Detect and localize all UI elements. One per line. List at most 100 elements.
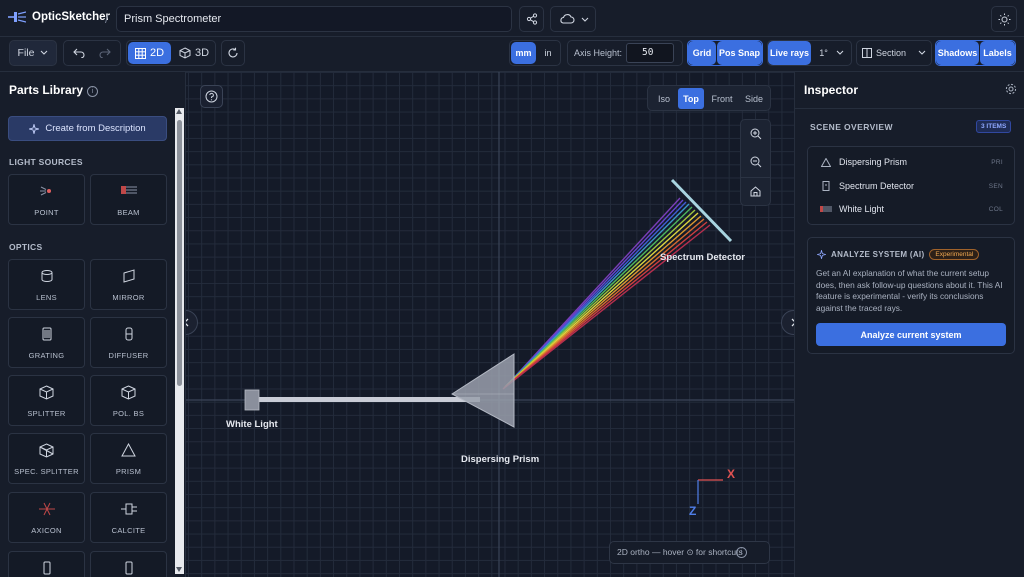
ray-angle-select[interactable]: 1° <box>812 41 851 65</box>
lens-icon <box>41 270 52 282</box>
settings-button[interactable] <box>1005 83 1017 98</box>
zoom-in-button[interactable] <box>741 120 770 148</box>
live-rays-toggle[interactable]: Live rays <box>768 41 811 65</box>
part-label: PRISM <box>115 467 142 476</box>
part-calcite[interactable]: CALCITE <box>90 492 167 543</box>
mirror-icon <box>123 269 134 283</box>
part-more[interactable] <box>8 551 85 577</box>
parts-scrollbar[interactable] <box>175 108 184 574</box>
part-label: GRATING <box>28 351 65 360</box>
grating-icon <box>42 327 51 341</box>
home-view-button[interactable] <box>741 177 770 205</box>
info-icon[interactable]: i <box>736 547 747 558</box>
chevron-down-icon <box>918 50 926 55</box>
app-name: OpticSketcher <box>32 11 110 23</box>
section-dropdown[interactable] <box>912 41 932 65</box>
dimension-mode-group: 2D 3D <box>126 40 216 66</box>
part-label: SPEC. SPLITTER <box>14 467 79 476</box>
info-icon[interactable]: i <box>87 86 99 97</box>
scene-canvas[interactable]: White Light Dispersing Prism Spectrum De… <box>186 72 794 577</box>
part-axicon[interactable]: AXICON <box>8 492 85 543</box>
part-lens[interactable]: LENS <box>8 259 85 310</box>
part-pol-bs[interactable]: POL. BS <box>90 375 167 426</box>
axis-height-label: Axis Height: <box>574 48 623 58</box>
logo-icon <box>8 11 26 23</box>
cloud-icon <box>560 14 575 24</box>
redo-button[interactable] <box>92 41 118 65</box>
home-icon <box>750 186 761 197</box>
inspector-title: Inspector <box>804 83 859 97</box>
ray-angle-value: 1° <box>819 48 828 58</box>
scene-item-code: PRI <box>991 158 1003 166</box>
scene-item-detector[interactable]: Spectrum Detector SEN <box>808 175 1014 197</box>
refresh-icon <box>228 47 238 58</box>
part-diffuser[interactable]: DIFFUSER <box>90 317 167 368</box>
cube-icon <box>179 47 191 59</box>
part-prism[interactable]: PRISM <box>90 433 167 484</box>
scene-item-prism[interactable]: Dispersing Prism PRI <box>808 151 1014 173</box>
zoom-out-button[interactable] <box>741 148 770 176</box>
parts-library-panel: Parts Library i Create from Description L… <box>0 72 186 577</box>
scroll-down-arrow[interactable] <box>176 567 182 572</box>
tab-top[interactable]: Top <box>678 88 704 109</box>
theme-toggle-button[interactable] <box>991 6 1017 32</box>
app-logo[interactable]: OpticSketcher <box>8 10 110 24</box>
part-splitter[interactable]: SPLITTER <box>8 375 85 426</box>
white-light-source <box>244 389 260 411</box>
undo-button[interactable] <box>66 41 92 65</box>
calcite-icon <box>120 503 137 515</box>
grid-toggle[interactable]: Grid <box>688 41 716 65</box>
reset-view-button[interactable] <box>221 40 245 66</box>
file-menu-button[interactable]: File <box>9 40 57 66</box>
cloud-save-button[interactable] <box>550 6 596 32</box>
mode-2d-button[interactable]: 2D <box>128 42 171 64</box>
sparkle-icon <box>817 250 826 259</box>
part-point[interactable]: POINT <box>8 174 85 225</box>
create-from-description-button[interactable]: Create from Description <box>8 116 167 141</box>
component-icon <box>125 561 132 575</box>
unit-in-button[interactable]: in <box>537 42 559 64</box>
labels-toggle[interactable]: Labels <box>980 41 1015 65</box>
view-status-text: 2D ortho — hover ⊙ for shortcuts <box>617 547 743 557</box>
unit-mm-button[interactable]: mm <box>511 42 536 64</box>
scene-overview-list: Dispersing Prism PRI Spectrum Detector S… <box>807 146 1015 225</box>
pos-snap-toggle[interactable]: Pos Snap <box>717 41 762 65</box>
mode-3d-button[interactable]: 3D <box>173 42 215 64</box>
scene-item-white-light[interactable]: White Light COL <box>808 198 1014 220</box>
chevron-down-icon <box>836 50 844 55</box>
part-spec-splitter[interactable]: SPEC. SPLITTER <box>8 433 85 484</box>
tab-front[interactable]: Front <box>706 88 738 109</box>
scene-item-name: Spectrum Detector <box>839 181 915 191</box>
scene-item-code: COL <box>988 205 1003 213</box>
white-light-label: White Light <box>226 419 278 430</box>
part-label: POL. BS <box>112 409 145 418</box>
part-label: DIFFUSER <box>108 351 149 360</box>
part-beam[interactable]: BEAM <box>90 174 167 225</box>
mode-3d-label: 3D <box>194 47 210 59</box>
beam-icon <box>820 206 832 212</box>
gizmo-z-label: Z <box>689 504 697 518</box>
tab-side[interactable]: Side <box>740 88 768 109</box>
axicon-icon <box>38 502 55 516</box>
cube-icon <box>39 443 54 458</box>
part-mirror[interactable]: MIRROR <box>90 259 167 310</box>
create-button-label: Create from Description <box>45 123 146 134</box>
unit-group: mm in <box>509 40 561 66</box>
sun-icon <box>998 13 1010 25</box>
section-toggle[interactable]: Section <box>857 41 911 65</box>
project-name-field[interactable]: Prism Spectrometer <box>116 6 512 32</box>
component-icon <box>43 561 50 575</box>
scroll-thumb[interactable] <box>177 120 182 386</box>
share-button[interactable] <box>519 6 544 32</box>
part-grating[interactable]: GRATING <box>8 317 85 368</box>
scene-item-name: White Light <box>839 204 885 214</box>
part-more[interactable] <box>90 551 167 577</box>
shadows-toggle[interactable]: Shadows <box>936 41 979 65</box>
axis-height-input[interactable]: 50 <box>626 43 674 63</box>
tab-iso[interactable]: Iso <box>651 88 677 109</box>
item-count-badge: 3 ITEMS <box>976 120 1012 133</box>
scroll-up-arrow[interactable] <box>176 109 182 114</box>
help-button[interactable] <box>200 85 223 108</box>
analyze-current-system-button[interactable]: Analyze current system <box>816 323 1006 346</box>
section-label: Section <box>875 48 907 58</box>
